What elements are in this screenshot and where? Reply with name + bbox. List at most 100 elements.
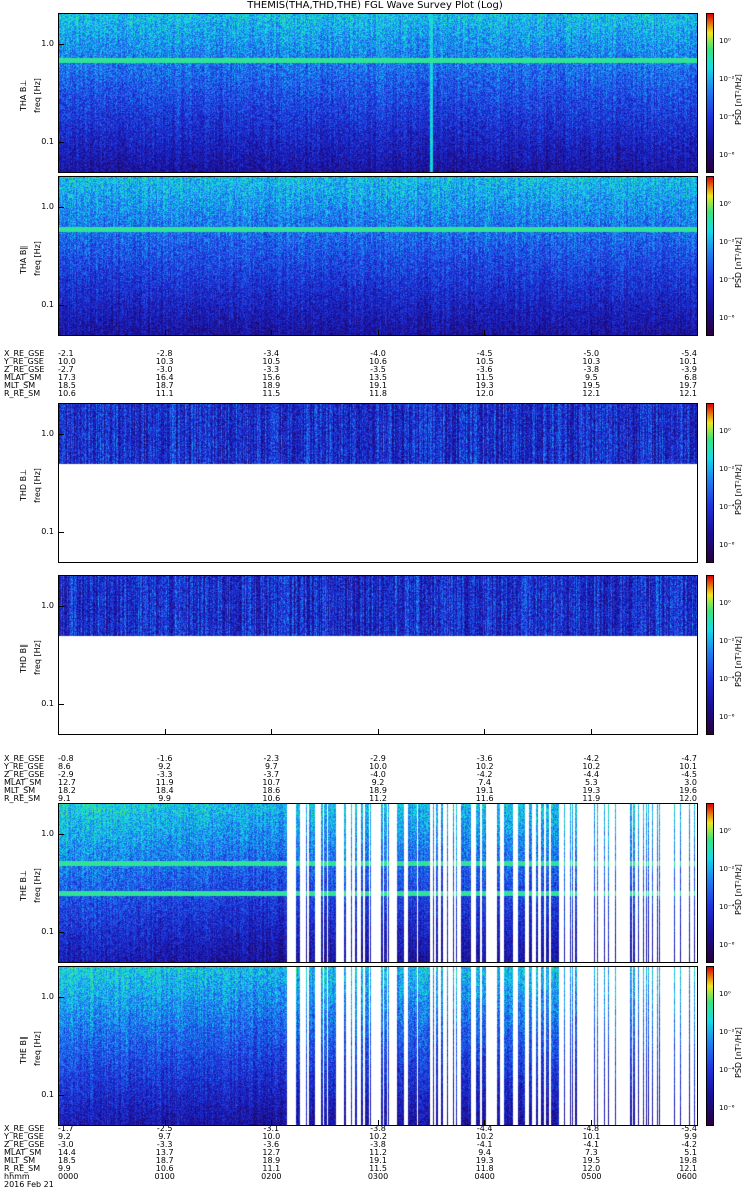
ephemeris-value: 11.8 xyxy=(369,389,387,398)
ephemeris-value: 12.0 xyxy=(475,389,494,398)
x-tick-mark xyxy=(58,729,59,734)
colorbar-tick: 10⁻² xyxy=(719,238,735,246)
colorbar-tick: 10⁻⁶ xyxy=(719,314,735,322)
colorbar-tick: 10⁻⁶ xyxy=(719,541,735,549)
spectrogram-image xyxy=(59,404,697,562)
y-tick-label: 0.1 xyxy=(41,1090,54,1100)
spectrogram-the-bpar xyxy=(58,966,698,1126)
colorbar-tick: 10⁻⁶ xyxy=(719,941,735,949)
panel-ylabel: THA B∥ xyxy=(19,245,28,274)
colorbar-tick: 10⁻⁴ xyxy=(719,1066,735,1074)
x-tick-mark xyxy=(377,729,379,734)
ephemeris-value: 10.6 xyxy=(262,794,281,803)
freq-axis-label: freq [Hz] xyxy=(33,78,42,113)
ephemeris-value: 9.1 xyxy=(58,794,71,803)
colorbar-tick: 10⁻⁶ xyxy=(719,1104,735,1112)
spectrogram-the-bperp xyxy=(58,803,698,963)
y-tick-mark xyxy=(59,43,64,45)
y-tick-mark xyxy=(59,206,64,208)
y-tick-mark xyxy=(59,433,64,435)
ephemeris-value: 11.5 xyxy=(262,389,281,398)
x-tick-mark xyxy=(697,1120,698,1125)
freq-axis-label: freq [Hz] xyxy=(33,868,42,903)
y-tick-label: 1.0 xyxy=(41,600,54,610)
ephemeris-value: 12.0 xyxy=(679,794,697,803)
colorbar xyxy=(706,803,714,963)
colorbar-tick: 10⁻² xyxy=(719,465,735,473)
date-label: 2016 Feb 21 xyxy=(4,1180,54,1189)
colorbar-label: PSD [nT²/Hz] xyxy=(734,237,743,288)
y-tick-label: 1.0 xyxy=(41,38,54,48)
y-tick-label: 0.1 xyxy=(41,527,54,537)
spectrogram-image xyxy=(59,14,697,172)
colorbar-tick: 10⁻⁶ xyxy=(719,151,735,159)
colorbar-tick: 10⁰ xyxy=(719,599,731,607)
ephemeris-value: 11.2 xyxy=(369,794,387,803)
colorbar-tick: 10⁰ xyxy=(719,37,731,45)
colorbar-tick: 10⁻⁶ xyxy=(719,713,735,721)
y-tick-mark xyxy=(59,833,64,835)
spectrogram-image xyxy=(59,576,697,734)
y-tick-label: 1.0 xyxy=(41,828,54,838)
colorbar-tick: 10⁰ xyxy=(719,427,731,435)
y-tick-label: 0.1 xyxy=(41,300,54,310)
panel-ylabel: THD B∥ xyxy=(19,643,28,673)
colorbar-tick: 10⁻⁴ xyxy=(719,675,735,683)
ephemeris-label: R_RE_SM xyxy=(4,389,41,398)
ephemeris-value: 0300 xyxy=(367,1172,389,1181)
colorbar-label: PSD [nT²/Hz] xyxy=(734,74,743,125)
x-tick-mark xyxy=(271,330,272,335)
ephemeris-value: 11.9 xyxy=(582,794,601,803)
spectrogram-image xyxy=(59,967,697,1125)
ephemeris-value: 0100 xyxy=(154,1172,175,1181)
y-tick-label: 0.1 xyxy=(41,137,54,147)
colorbar xyxy=(706,13,714,173)
colorbar xyxy=(706,403,714,563)
colorbar xyxy=(706,575,714,735)
x-tick-mark xyxy=(697,330,698,335)
y-tick-mark xyxy=(59,532,64,534)
spectrogram-thd-bpar xyxy=(58,575,698,735)
ephemeris-value: 10.6 xyxy=(58,389,76,398)
page-title: THEMIS(THA,THD,THE) FGL Wave Survey Plot… xyxy=(247,0,503,11)
y-tick-mark xyxy=(59,932,64,934)
panel-ylabel: THE B⊥ xyxy=(19,870,28,901)
ephemeris-value: 12.1 xyxy=(582,389,601,398)
panel-ylabel: THE B∥ xyxy=(19,1036,28,1064)
y-tick-label: 1.0 xyxy=(41,428,54,438)
colorbar-tick: 10⁻² xyxy=(719,865,735,873)
colorbar-tick: 10⁰ xyxy=(719,990,731,998)
panel-ylabel: THD B⊥ xyxy=(19,468,28,501)
y-tick-mark xyxy=(59,142,64,144)
colorbar-tick: 10⁻⁴ xyxy=(719,903,735,911)
freq-axis-label: freq [Hz] xyxy=(33,241,42,276)
x-tick-mark xyxy=(377,330,379,335)
colorbar xyxy=(706,966,714,1126)
colorbar-tick: 10⁻⁴ xyxy=(719,113,735,121)
ephemeris-label: R_RE_SM xyxy=(4,794,41,803)
colorbar-tick: 10⁻² xyxy=(719,75,735,83)
ephemeris-value: 0200 xyxy=(261,1172,282,1181)
x-tick-mark xyxy=(58,330,59,335)
colorbar xyxy=(706,176,714,336)
colorbar-tick: 10⁰ xyxy=(719,827,731,835)
y-tick-label: 1.0 xyxy=(41,991,54,1001)
colorbar-tick: 10⁻⁴ xyxy=(719,276,735,284)
y-tick-mark xyxy=(59,704,64,706)
x-tick-mark xyxy=(590,330,592,335)
y-tick-label: 1.0 xyxy=(41,201,54,211)
spectrogram-tha-bperp xyxy=(58,13,698,173)
panel-ylabel: THA B⊥ xyxy=(19,79,28,111)
spectrogram-image xyxy=(59,804,697,962)
ephemeris-value: 0600 xyxy=(676,1172,697,1181)
ephemeris-value: 0000 xyxy=(58,1172,79,1181)
x-tick-mark xyxy=(484,729,485,734)
y-tick-label: 0.1 xyxy=(41,927,54,937)
spectrogram-tha-bpar xyxy=(58,176,698,336)
spectrogram-thd-bperp xyxy=(58,403,698,563)
y-tick-mark xyxy=(59,305,64,307)
colorbar-tick: 10⁻⁴ xyxy=(719,503,735,511)
y-tick-label: 0.1 xyxy=(41,699,54,709)
x-tick-mark xyxy=(164,330,166,335)
spectrogram-image xyxy=(59,177,697,335)
